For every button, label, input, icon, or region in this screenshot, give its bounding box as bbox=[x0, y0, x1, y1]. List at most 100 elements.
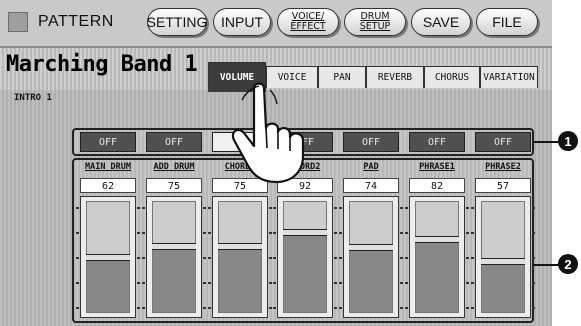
fader-tick bbox=[76, 282, 79, 284]
fader-tick bbox=[208, 257, 211, 259]
callout-1-badge: 1 bbox=[558, 131, 578, 151]
volume-value: 82 bbox=[409, 178, 465, 193]
mute-button[interactable]: OFF bbox=[409, 132, 465, 152]
volume-fader[interactable] bbox=[142, 196, 206, 318]
top-bar: PATTERN SETTING INPUT VOICE/EFFECT DRUM S… bbox=[0, 0, 552, 48]
fader-tick bbox=[405, 232, 408, 234]
fader-slot bbox=[349, 201, 393, 313]
file-button[interactable]: FILE bbox=[476, 8, 538, 36]
fader-tick bbox=[203, 257, 206, 259]
tab-variation[interactable]: VARIATION bbox=[480, 66, 538, 88]
fader-slot bbox=[86, 201, 130, 313]
tab-variation-label: VARIATION bbox=[483, 72, 535, 83]
fader-tick bbox=[334, 207, 337, 209]
fader-tick bbox=[400, 207, 403, 209]
fader-handle[interactable] bbox=[283, 229, 327, 236]
fader-fill bbox=[219, 247, 261, 312]
fader-tick bbox=[532, 257, 535, 259]
channel-label: MAIN DRUM bbox=[84, 162, 132, 172]
volume-fader[interactable] bbox=[76, 196, 140, 318]
volume-value: 75 bbox=[146, 178, 202, 193]
fader-tick bbox=[142, 282, 145, 284]
volume-value: 57 bbox=[475, 178, 531, 193]
drum-setup-button[interactable]: DRUM SETUP bbox=[344, 8, 406, 36]
tab-reverb-label: REVERB bbox=[377, 72, 413, 83]
fader-tick bbox=[269, 207, 272, 209]
volume-fader[interactable] bbox=[208, 196, 272, 318]
fader-tick bbox=[142, 232, 145, 234]
tab-reverb[interactable]: REVERB bbox=[366, 66, 424, 88]
fader-tick bbox=[471, 207, 474, 209]
voice-effect-line2: EFFECT bbox=[290, 21, 326, 32]
fader-slot bbox=[481, 201, 525, 313]
fader-tick bbox=[208, 307, 211, 309]
input-button[interactable]: INPUT bbox=[213, 8, 271, 36]
fader-slot bbox=[218, 201, 262, 313]
fader-tick bbox=[273, 257, 276, 259]
volume-value: 62 bbox=[80, 178, 136, 193]
fader-tick bbox=[142, 257, 145, 259]
fader-tick bbox=[339, 207, 342, 209]
fader-tick bbox=[471, 232, 474, 234]
fader-fill bbox=[153, 247, 195, 312]
fader-tick bbox=[471, 307, 474, 309]
mute-button[interactable]: OFF bbox=[146, 132, 202, 152]
save-button[interactable]: SAVE bbox=[411, 8, 471, 36]
volume-fader[interactable] bbox=[273, 196, 337, 318]
file-button-label: FILE bbox=[492, 14, 522, 30]
fader-tick bbox=[273, 282, 276, 284]
channel-label: PHRASE2 bbox=[485, 162, 521, 172]
mute-button[interactable]: OFF bbox=[343, 132, 399, 152]
fader-tick bbox=[137, 282, 140, 284]
fader-tick bbox=[203, 307, 206, 309]
fader-handle[interactable] bbox=[86, 254, 130, 261]
fader-tick bbox=[334, 282, 337, 284]
fader-tick bbox=[405, 282, 408, 284]
voice-effect-button[interactable]: VOICE/EFFECT bbox=[277, 8, 339, 36]
organ-display: PATTERN SETTING INPUT VOICE/EFFECT DRUM S… bbox=[0, 0, 552, 326]
fader-tick bbox=[208, 282, 211, 284]
pattern-icon bbox=[8, 12, 28, 32]
fader-tick bbox=[400, 282, 403, 284]
fader-handle[interactable] bbox=[349, 244, 393, 251]
volume-fader[interactable] bbox=[339, 196, 403, 318]
tab-pan[interactable]: PAN bbox=[318, 66, 366, 88]
fader-tick bbox=[466, 307, 469, 309]
channel-label: PHRASE1 bbox=[419, 162, 455, 172]
fader-handle[interactable] bbox=[415, 236, 459, 243]
save-button-label: SAVE bbox=[422, 14, 460, 30]
volume-fader[interactable] bbox=[405, 196, 469, 318]
setting-button-label: SETTING bbox=[146, 14, 208, 30]
fader-handle[interactable] bbox=[481, 258, 525, 265]
volume-value: 74 bbox=[343, 178, 399, 193]
fader-tick bbox=[76, 232, 79, 234]
fader-tick bbox=[137, 257, 140, 259]
fader-fill bbox=[284, 233, 326, 312]
fader-tick bbox=[405, 257, 408, 259]
mute-button[interactable]: OFF bbox=[80, 132, 136, 152]
fader-tick bbox=[532, 282, 535, 284]
fader-tick bbox=[76, 207, 79, 209]
fader-tick bbox=[532, 207, 535, 209]
tab-chorus-label: CHORUS bbox=[434, 72, 470, 83]
fader-tick bbox=[208, 207, 211, 209]
fader-tick bbox=[269, 257, 272, 259]
fader-tick bbox=[208, 232, 211, 234]
mute-button[interactable]: OFF bbox=[475, 132, 531, 152]
tab-chorus[interactable]: CHORUS bbox=[424, 66, 480, 88]
fader-handle[interactable] bbox=[152, 243, 196, 250]
fader-tick bbox=[405, 207, 408, 209]
setting-button[interactable]: SETTING bbox=[147, 8, 207, 36]
volume-fader[interactable] bbox=[471, 196, 535, 318]
fader-handle[interactable] bbox=[218, 243, 262, 250]
fader-tick bbox=[339, 257, 342, 259]
tab-pan-label: PAN bbox=[333, 72, 351, 83]
fader-tick bbox=[334, 307, 337, 309]
fader-tick bbox=[203, 282, 206, 284]
fader-tick bbox=[142, 307, 145, 309]
fader-slot bbox=[415, 201, 459, 313]
drum-setup-line2: SETUP bbox=[359, 21, 391, 32]
fader-tick bbox=[142, 207, 145, 209]
fader-tick bbox=[334, 257, 337, 259]
fader-tick bbox=[76, 257, 79, 259]
